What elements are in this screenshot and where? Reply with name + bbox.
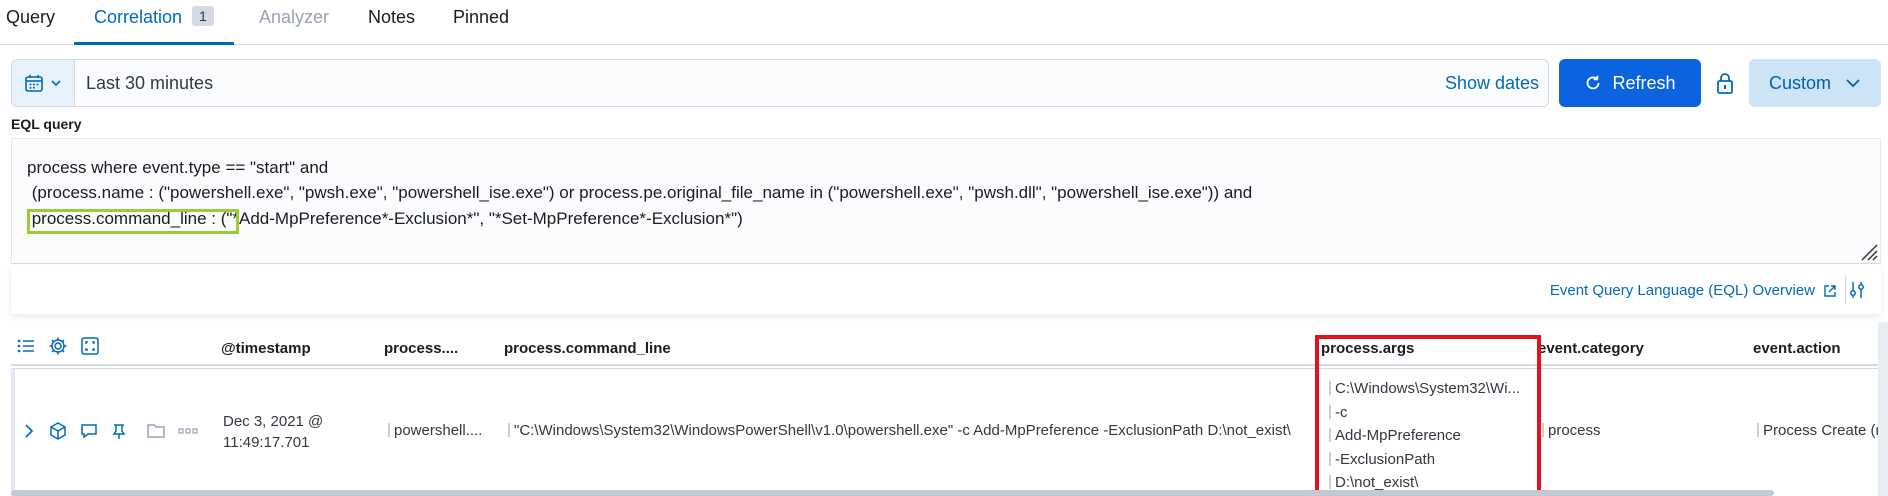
refresh-icon: [1584, 74, 1602, 92]
eql-query-editor[interactable]: process where event.type == "start" and …: [11, 138, 1881, 264]
folder-icon[interactable]: [146, 422, 166, 440]
resize-handle-icon[interactable]: [1858, 241, 1878, 261]
chevron-down-icon: [1845, 77, 1861, 89]
timestamp-date: Dec 3, 2021 @: [223, 413, 324, 430]
tab-correlation[interactable]: Correlation 1: [74, 0, 234, 45]
correlation-count-badge: 1: [192, 6, 214, 26]
tab-pinned[interactable]: Pinned: [453, 0, 509, 45]
eql-query-label: EQL query: [11, 116, 82, 132]
process-name-cell: powershell....: [388, 422, 482, 439]
refresh-button[interactable]: Refresh: [1559, 59, 1701, 107]
eql-overview-link[interactable]: Event Query Language (EQL) Overview: [1550, 282, 1837, 299]
eql-footer: Event Query Language (EQL) Overview: [11, 266, 1881, 314]
external-link-icon: [1823, 284, 1837, 298]
column-header-command-line[interactable]: process.command_line: [504, 340, 671, 357]
gear-icon[interactable]: [48, 336, 68, 356]
pin-icon[interactable]: [110, 422, 128, 440]
row-actions: [22, 421, 198, 441]
eql-line-2: (process.name : ("powershell.exe", "pwsh…: [27, 183, 1253, 202]
fullscreen-icon[interactable]: [80, 336, 100, 356]
vertical-scrollbar[interactable]: [1878, 322, 1888, 496]
quick-select-button[interactable]: [12, 60, 75, 106]
refresh-label: Refresh: [1612, 72, 1676, 93]
tab-notes[interactable]: Notes: [368, 0, 415, 45]
eql-overview-label: Event Query Language (EQL) Overview: [1549, 282, 1815, 299]
eql-settings-icon[interactable]: [1847, 280, 1867, 300]
calendar-icon: [24, 73, 44, 93]
expand-chevron-icon[interactable]: [22, 422, 36, 440]
grid-toolbar: [16, 336, 100, 356]
table-row: Dec 3, 2021 @ 11:49:17.701 powershell...…: [11, 368, 1881, 496]
date-picker: Last 30 minutes Show dates: [11, 59, 1549, 107]
lock-icon[interactable]: [1713, 70, 1737, 96]
event-category-cell: process: [1542, 422, 1601, 439]
column-header-timestamp[interactable]: @timestamp: [221, 340, 311, 357]
timestamp-time: 11:49:17.701: [223, 434, 310, 451]
command-line-cell: "C:\Windows\System32\WindowsPowerShell\v…: [508, 422, 1291, 439]
column-header-process-name[interactable]: process....: [384, 340, 458, 357]
tab-correlation-label: Correlation: [94, 7, 183, 27]
command-line-highlight: [27, 209, 239, 234]
process-args-highlight: [1315, 335, 1541, 496]
date-range-text[interactable]: Last 30 minutes: [86, 73, 213, 94]
list-view-icon[interactable]: [16, 336, 36, 356]
custom-dropdown-button[interactable]: Custom: [1749, 59, 1881, 107]
custom-label: Custom: [1768, 72, 1831, 93]
more-actions-icon[interactable]: [178, 426, 198, 436]
eql-line-1: process where event.type == "start" and: [27, 158, 329, 177]
event-action-cell: Process Create (r: [1757, 422, 1881, 439]
column-header-event-action[interactable]: event.action: [1753, 340, 1841, 357]
analyze-cube-icon[interactable]: [48, 421, 68, 441]
grid-header: @timestamp process.... process.command_l…: [11, 330, 1888, 366]
timestamp-cell: Dec 3, 2021 @ 11:49:17.701: [223, 411, 323, 453]
timeline-tabs: Query Correlation 1 Analyzer Notes Pinned: [0, 0, 1888, 45]
column-header-event-category[interactable]: event.category: [1538, 340, 1644, 357]
tab-query[interactable]: Query: [6, 0, 55, 45]
horizontal-scrollbar[interactable]: [11, 490, 1774, 496]
chevron-down-icon: [50, 77, 62, 89]
footer-separator: [1845, 276, 1846, 304]
show-dates-link[interactable]: Show dates: [1445, 73, 1539, 94]
tab-analyzer[interactable]: Analyzer: [259, 0, 329, 45]
comment-icon[interactable]: [80, 422, 98, 440]
